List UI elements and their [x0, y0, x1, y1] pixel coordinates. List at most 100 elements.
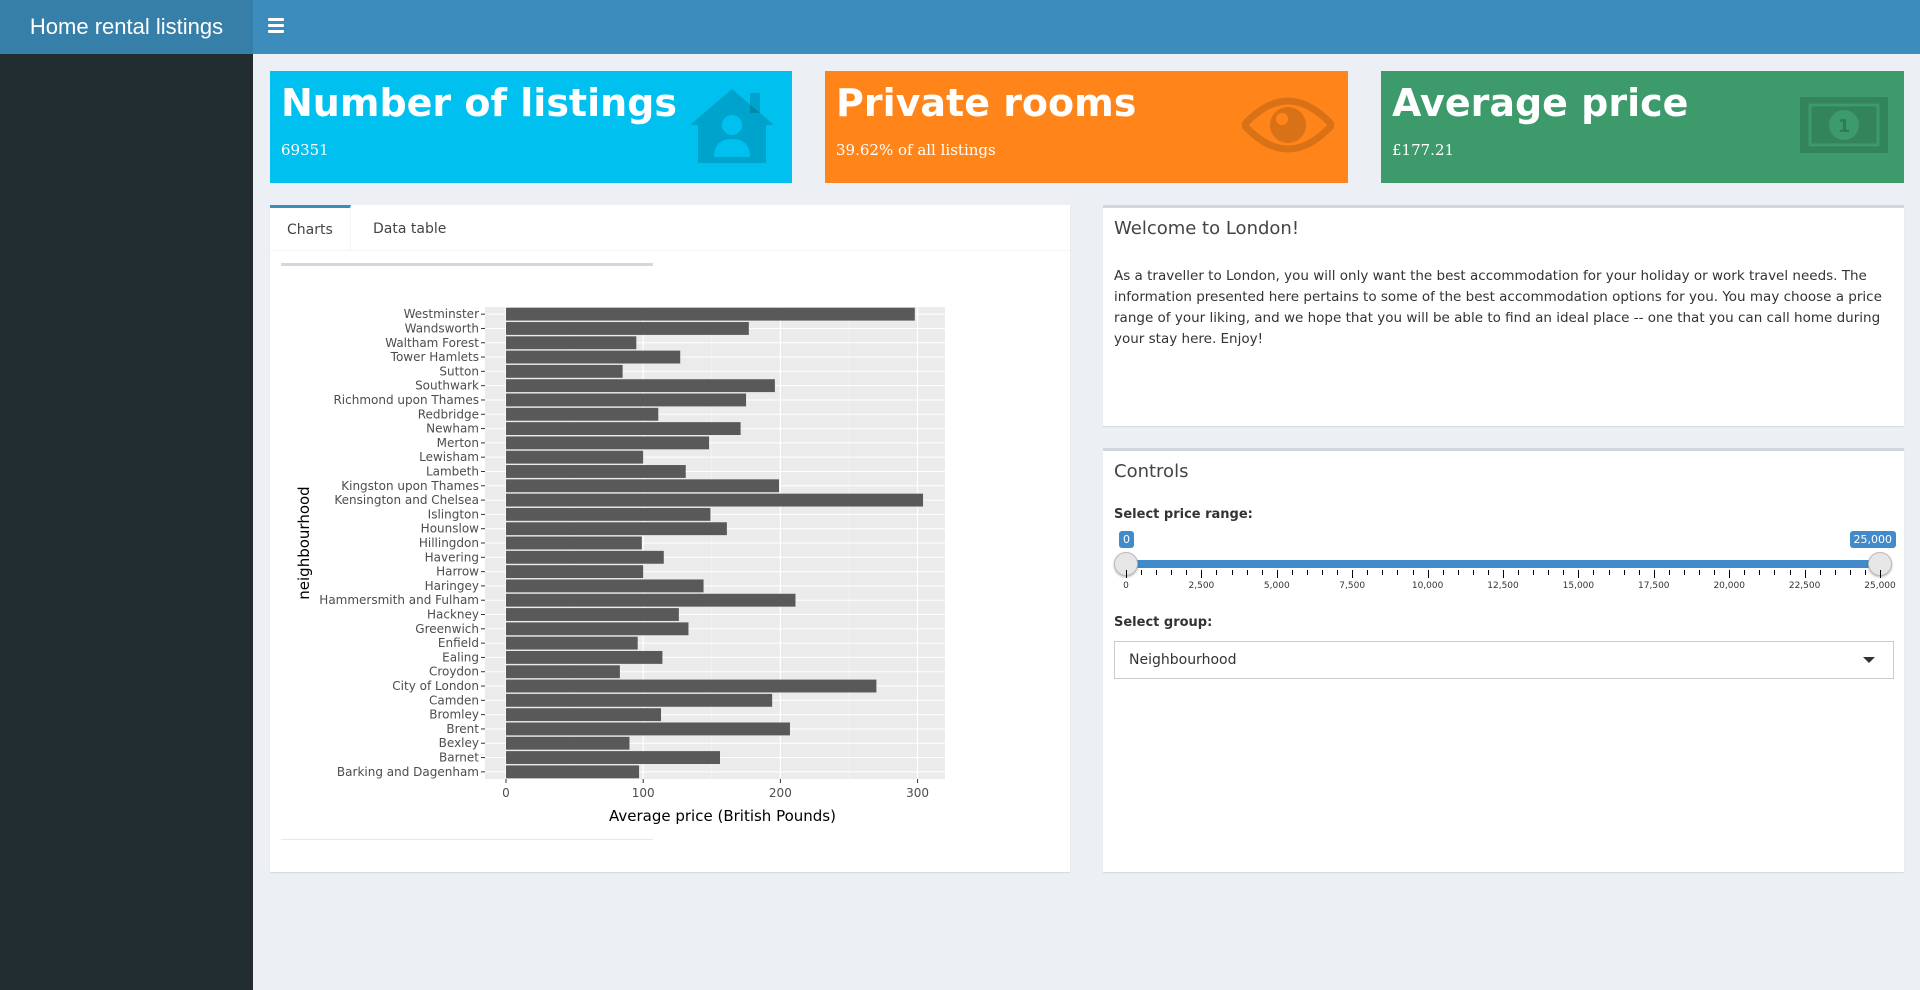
slider-tick [1789, 570, 1791, 575]
value-box-value: £177.21 [1392, 141, 1455, 159]
y-tick-label: Waltham Forest [385, 336, 479, 350]
tab-data-table[interactable]: Data table [356, 205, 463, 251]
y-tick-label: Redbridge [418, 407, 479, 421]
value-box-value: 69351 [281, 141, 329, 159]
slider-tick [1714, 570, 1716, 575]
app-title[interactable]: Home rental listings [0, 0, 253, 54]
y-tick-label: Tower Hamlets [390, 350, 479, 364]
y-tick-label: Hammersmith and Fulham [319, 593, 479, 607]
bar [506, 608, 679, 621]
y-tick-label: Brent [446, 722, 479, 736]
app-header: Home rental listings [0, 0, 1920, 54]
controls-box: Controls Select price range: 0 25,000 0 2… [1103, 448, 1904, 872]
slider-tick [1201, 570, 1203, 578]
bar [506, 565, 644, 579]
group-label: Select group: [1114, 615, 1213, 630]
slider-tick [1518, 570, 1520, 575]
slider-max-value: 25,000 [1849, 531, 1896, 548]
y-tick-label: Camden [429, 693, 479, 707]
slider-tick [1442, 570, 1444, 575]
bar [506, 307, 915, 321]
bar [506, 493, 924, 507]
welcome-title: Welcome to London! [1114, 218, 1300, 239]
y-axis-label: neighbourhood [295, 486, 313, 599]
slider-tick [1548, 570, 1550, 575]
slider-tick [1578, 570, 1580, 578]
bar [506, 650, 663, 664]
slider-tick [1427, 570, 1429, 578]
slider-track[interactable] [1125, 560, 1880, 568]
group-select[interactable]: Neighbourhood [1114, 641, 1894, 679]
bar [506, 622, 689, 636]
sidebar [0, 54, 253, 990]
y-tick-label: Richmond upon Thames [333, 393, 479, 407]
hamburger-icon[interactable] [268, 15, 284, 37]
slider-tick [1322, 570, 1324, 575]
y-tick-label: Barking and Dagenham [337, 765, 479, 779]
slider-tick [1668, 570, 1670, 575]
bar [506, 364, 623, 378]
value-box-title: Private rooms [836, 81, 1137, 125]
bar [506, 322, 749, 335]
y-tick-label: Sutton [439, 364, 479, 378]
bar [506, 450, 644, 464]
slider-tick [1864, 570, 1866, 575]
slider-tick [1880, 570, 1881, 578]
bar [506, 665, 620, 679]
bar [506, 708, 662, 722]
bar [506, 751, 721, 764]
x-tick-label: 200 [769, 786, 792, 800]
slider-tick-label: 2,500 [1188, 581, 1215, 591]
slider-tick [1367, 570, 1369, 575]
y-tick-label: Kensington and Chelsea [334, 493, 479, 507]
y-tick-label: Bromley [429, 708, 479, 722]
value-box-listings: Number of listings 69351 [270, 71, 792, 183]
bar [506, 736, 630, 750]
slider-tick [1291, 570, 1293, 575]
slider-tick [1819, 570, 1821, 575]
x-tick-label: 300 [906, 786, 929, 800]
bar [506, 507, 711, 521]
tab-charts[interactable]: Charts [270, 205, 351, 251]
bar [506, 536, 642, 550]
y-tick-label: Greenwich [415, 622, 479, 636]
bar [506, 479, 780, 493]
house-user-icon [690, 89, 774, 163]
bar [506, 422, 741, 436]
y-tick-label: Harrow [436, 565, 479, 579]
x-axis-label: Average price (British Pounds) [609, 807, 836, 825]
slider-min-value: 0 [1119, 531, 1134, 548]
slider-tick-label: 0 [1123, 581, 1129, 591]
slider-tick [1126, 570, 1127, 578]
bar [506, 379, 775, 393]
slider-tick [1156, 570, 1158, 575]
y-tick-label: Newham [426, 422, 479, 436]
bar [506, 693, 773, 707]
bar [506, 765, 640, 779]
caret-down-icon [1863, 657, 1875, 663]
slider-tick [1563, 570, 1565, 575]
slider-tick [1623, 570, 1625, 575]
slider-tick [1487, 570, 1489, 575]
y-tick-label: Hillingdon [419, 536, 479, 550]
slider-tick [1774, 570, 1776, 575]
price-range-label: Select price range: [1114, 507, 1253, 522]
bar [506, 593, 796, 607]
slider-tick [1186, 570, 1188, 575]
slider-tick [1171, 570, 1173, 575]
money-bill-icon: 1 [1800, 97, 1888, 153]
bar [506, 350, 681, 364]
eye-icon [1242, 97, 1334, 153]
value-box-title: Average price [1392, 81, 1689, 125]
y-tick-label: Enfield [438, 636, 479, 650]
slider-tick [1457, 570, 1459, 575]
price-range-slider[interactable]: 0 25,000 0 2,500 5,000 7,500 10,000 12,500 15,… [1114, 531, 1896, 611]
x-tick-label: 0 [502, 786, 510, 800]
slider-tick [1804, 570, 1806, 578]
slider-tick [1849, 570, 1851, 575]
bar [506, 522, 727, 536]
welcome-box: Welcome to London! As a traveller to Lon… [1103, 205, 1904, 426]
y-tick-label: Westminster [404, 307, 479, 321]
slider-tick [1638, 570, 1640, 575]
y-tick-label: Barnet [439, 751, 479, 765]
